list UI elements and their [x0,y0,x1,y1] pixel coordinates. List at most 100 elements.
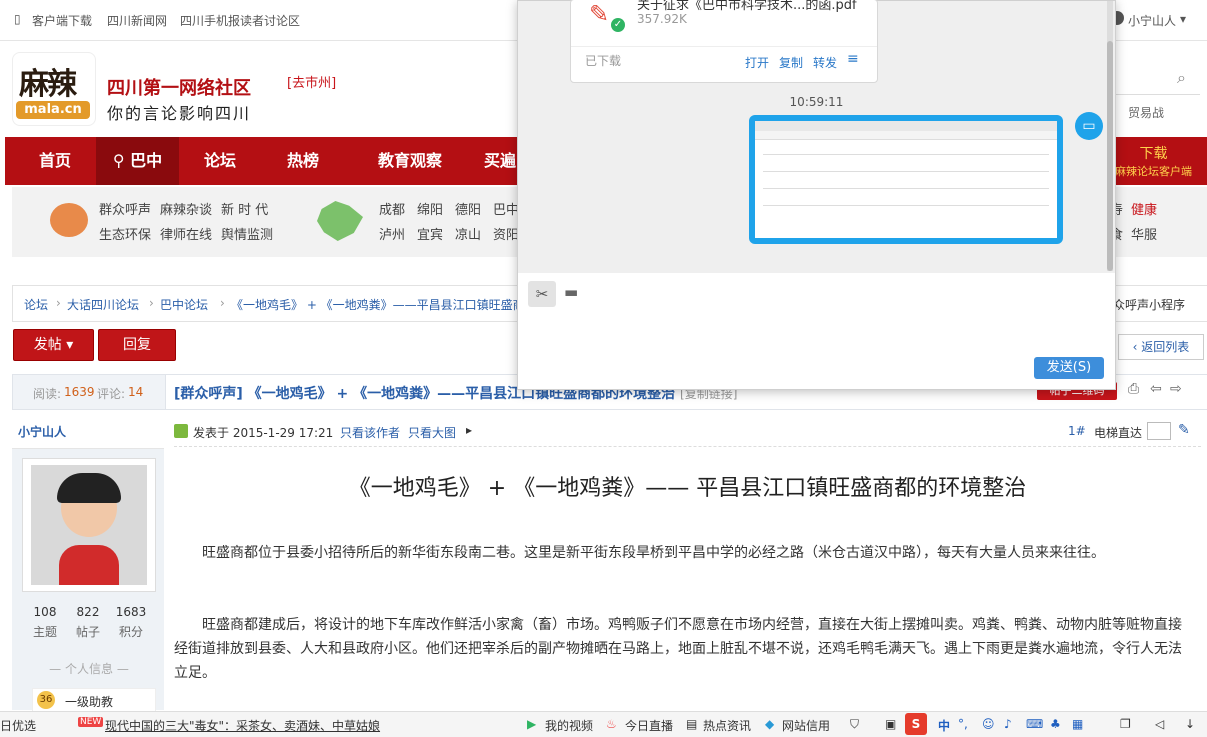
city-link[interactable]: 宜宾 [417,224,443,243]
nav-item-forum[interactable]: 论坛 [180,137,260,185]
send-button[interactable]: 发送(S) [1034,357,1104,379]
city-link[interactable]: 资阳 [493,224,519,243]
status-live[interactable]: 今日直播 [625,717,673,734]
menu-icon[interactable]: ≡ [847,51,859,67]
status-my-videos[interactable]: 我的视频 [545,717,593,734]
nav-item-home[interactable]: 首页 [15,137,95,185]
sender-avatar-icon[interactable]: ▭ [1075,112,1103,140]
breadcrumb-item[interactable]: 大话四川论坛 [67,296,139,313]
keyboard-icon[interactable]: ⌨ [1026,717,1043,731]
site-logo[interactable]: 麻辣 mala.cn [12,52,96,126]
sogou-ime-icon[interactable]: S [905,713,927,735]
news-headline-link[interactable]: 现代中国的三大"毒女"：采茶女、卖酒妹、中草姑娘 [105,717,380,734]
check-icon: ✓ [611,18,625,32]
topbar-link-mobile[interactable]: 四川手机报读者讨论区 [180,12,300,29]
download-icon[interactable]: ↓ [1185,717,1195,731]
subnav-item[interactable]: 舆情监测 [221,224,273,243]
nav-item-education[interactable]: 教育观察 [355,137,465,185]
level-name: 一级助教 [65,695,114,709]
only-big-images-link[interactable]: 只看大图 [408,424,456,441]
city-link[interactable]: 巴中 [493,199,519,218]
punctuation-icon[interactable]: °, [958,717,968,731]
thread-stats: 阅读: 1639 评论: 14 [12,374,166,410]
elevator-label: 电梯直达 [1094,426,1143,440]
status-site-credit[interactable]: 网站信用 [782,717,830,734]
topbar-link-news[interactable]: 四川新闻网 [107,12,167,29]
city-link[interactable]: 德阳 [455,199,481,218]
city-link[interactable]: 成都 [379,199,405,218]
author-avatar[interactable] [22,458,156,592]
online-status-icon [174,424,188,438]
thumb-row [763,171,1049,172]
chevron-right-icon: ▸ [466,423,473,437]
subnav-item[interactable]: 群众呼声 [99,199,151,218]
stat-value[interactable]: 822 [68,605,108,619]
chevron-down-icon: ▾ [66,337,74,353]
nav-item-bazhong[interactable]: ⚲ 巴中 [96,137,179,185]
subnav-item[interactable]: 新 时 代 [221,199,268,218]
city-link[interactable]: 绵阳 [417,199,443,218]
topbar-username[interactable]: 小宁山人 [1128,12,1176,29]
post-paragraph: 旺盛商都位于县委小招待所后的新华街东段南二巷。这里是新平街东段旱桥到平昌中学的必… [202,545,1105,561]
subnav-item[interactable]: 华服 [1131,224,1157,243]
toolbox-icon[interactable]: ▦ [1072,717,1083,731]
topbar-link-client[interactable]: 客户端下载 [32,12,92,29]
breadcrumb-item[interactable]: 巴中论坛 [160,296,208,313]
subnav-item[interactable]: 麻辣杂谈 [160,199,212,218]
file-copy-link[interactable]: 复制 [779,54,803,71]
mute-icon[interactable]: ◁ [1155,717,1164,731]
screenshot-message[interactable] [749,115,1063,244]
city-link[interactable]: 泸州 [379,224,405,243]
pencil-icon[interactable]: ✎ [1178,422,1190,438]
subnav-item[interactable]: 生态环保 [99,224,151,243]
security-icon[interactable]: ⛉ [850,717,859,732]
chat-scrollbar-thumb[interactable] [1107,41,1113,271]
file-open-link[interactable]: 打开 [745,54,769,71]
subnav-item[interactable]: 健康 [1131,199,1157,218]
breadcrumb-item[interactable]: 论坛 [24,296,48,313]
folder-icon[interactable]: ▬ [564,283,578,301]
author-name[interactable]: 小宁山人 [18,423,66,440]
breadcrumb-sep: › [56,296,61,310]
stat-value[interactable]: 1683 [111,605,151,619]
elevator-input[interactable] [1147,422,1171,440]
next-thread-icon[interactable]: ⇨ [1170,381,1182,397]
microphone-icon[interactable]: ♪ [1004,717,1012,731]
only-author-link[interactable]: 只看该作者 [340,424,400,441]
chat-input[interactable] [528,311,1103,351]
window-icon[interactable]: ❐ [1120,717,1131,731]
prev-thread-icon[interactable]: ⇦ [1150,381,1162,397]
scissors-icon[interactable]: ✂ [528,281,556,307]
chat-messages: ✎ ✓ 关于征求《巴中市科学技术...的函.pdf 357.92K 已下载 打开… [518,0,1115,273]
chevron-left-icon: ‹ [1132,340,1142,354]
print-icon[interactable]: ⎙ [1128,381,1139,397]
stat-label: 积分 [118,625,143,639]
status-left-label[interactable]: 日优选 [0,717,36,734]
image-icon[interactable]: ▣ [885,717,896,731]
file-status: 已下载 [585,54,622,68]
fire-icon: ♨ [606,717,617,731]
clothes-icon[interactable]: ♣ [1050,717,1061,731]
ime-mode[interactable]: 中 [938,717,950,734]
thumb-row [763,205,1049,206]
back-to-list-button[interactable]: ‹ 返回列表 [1118,334,1204,360]
mini-program-link[interactable]: 众呼声小程序 [1113,296,1185,313]
new-post-button[interactable]: 发帖 ▾ [13,329,94,361]
reply-button[interactable]: 回复 [98,329,176,361]
status-hot-news[interactable]: 热点资讯 [703,717,751,734]
stat-value[interactable]: 108 [25,605,65,619]
emoji-icon[interactable]: ☺ [982,717,995,731]
post-timestamp: 发表于 2015-1-29 17:21 [193,426,334,440]
search-icon[interactable]: ⌕ [1177,68,1186,88]
download-app-button[interactable]: 下载 麻辣论坛客户端 [1106,139,1201,183]
city-link[interactable]: 凉山 [455,224,481,243]
file-forward-link[interactable]: 转发 [813,54,837,71]
nav-item-hot[interactable]: 热榜 [263,137,343,185]
chat-bubble-icon [50,203,88,237]
trade-war-link[interactable]: 贸易战 [1128,104,1164,121]
breadcrumb-item[interactable]: 《一地鸡毛》 + 《一地鸡粪》——平昌县江口镇旺盛商 [231,296,521,313]
chevron-down-icon[interactable]: ▾ [1180,12,1186,26]
file-message-card[interactable]: ✎ ✓ 关于征求《巴中市科学技术...的函.pdf 357.92K 已下载 打开… [570,0,878,83]
city-switch-link[interactable]: [去巿州] [287,72,336,91]
subnav-item[interactable]: 律师在线 [160,224,212,243]
